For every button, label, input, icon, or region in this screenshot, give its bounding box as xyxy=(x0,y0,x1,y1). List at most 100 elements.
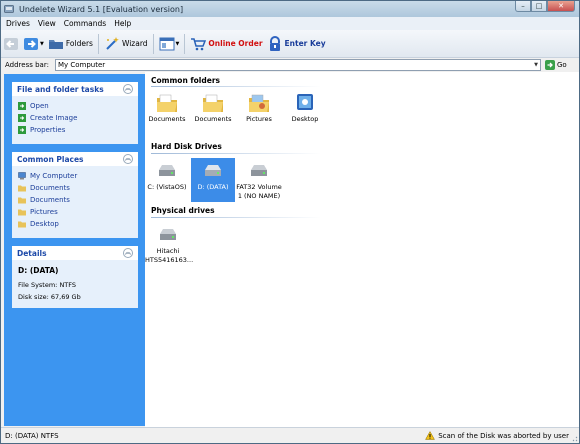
document-folder-icon xyxy=(203,94,223,112)
folder-tile-desktop[interactable]: Desktop xyxy=(283,90,327,124)
common-places-panel: Common Places ︽ My Computer Documents Do… xyxy=(12,152,138,238)
panel-header[interactable]: File and folder tasks ︽ xyxy=(12,82,138,96)
green-arrow-icon xyxy=(18,114,26,122)
place-label: My Computer xyxy=(30,172,78,180)
main-content: Common folders Documents Documents Pictu… xyxy=(145,72,579,427)
hard-drive-icon xyxy=(159,165,175,176)
pictures-folder-icon xyxy=(249,94,269,112)
tile-label: Hitachi HTS5416163... xyxy=(145,247,194,264)
hard-drive-icon xyxy=(205,165,221,176)
collapse-chevron-icon[interactable]: ︽ xyxy=(123,84,133,94)
status-message-text: Scan of the Disk was aborted by user xyxy=(438,431,569,440)
toolbar-separator xyxy=(184,33,186,54)
task-properties[interactable]: Properties xyxy=(18,124,132,136)
panel-header[interactable]: Common Places ︽ xyxy=(12,152,138,166)
folder-icon xyxy=(18,185,26,192)
folder-tile-pictures[interactable]: Pictures xyxy=(237,90,281,124)
wizard-wand-icon xyxy=(106,36,119,50)
address-bar-label: Address bar: xyxy=(5,61,49,69)
address-dropdown-icon[interactable]: ▼ xyxy=(534,60,538,70)
folders-icon xyxy=(48,39,63,49)
green-arrow-icon xyxy=(18,102,26,110)
panel-header[interactable]: Details ︽ xyxy=(12,246,138,260)
place-desktop[interactable]: Desktop xyxy=(18,218,132,230)
task-open[interactable]: Open xyxy=(18,100,132,112)
forward-button[interactable]: ▼ xyxy=(21,33,46,55)
task-pane: File and folder tasks ︽ Open Create Imag… xyxy=(4,74,145,426)
green-arrow-icon xyxy=(18,126,26,134)
tile-label: Documents xyxy=(148,115,186,123)
place-label: Pictures xyxy=(30,208,58,216)
tile-label: Desktop xyxy=(291,115,319,123)
enter-key-button[interactable]: Enter Key xyxy=(265,33,328,55)
collapse-chevron-icon[interactable]: ︽ xyxy=(123,154,133,164)
hard-drive-icon xyxy=(160,229,176,240)
place-pictures[interactable]: Pictures xyxy=(18,206,132,218)
section-hard-disk-drives-title: Hard Disk Drives xyxy=(151,142,222,151)
section-divider xyxy=(151,153,321,154)
drive-tile-c[interactable]: C: (VistaOS) xyxy=(145,158,189,192)
close-button[interactable]: ✕ xyxy=(547,1,575,12)
menu-view[interactable]: View xyxy=(35,19,59,28)
go-label: Go xyxy=(556,61,567,69)
folder-icon xyxy=(18,197,26,204)
section-physical-drives-title: Physical drives xyxy=(151,206,215,215)
tile-label: C: (VistaOS) xyxy=(147,183,187,191)
panel-title: Details xyxy=(17,248,47,258)
resize-grip-icon[interactable] xyxy=(570,434,578,442)
folders-label: Folders xyxy=(65,39,93,48)
address-input[interactable]: My Computer ▼ xyxy=(54,59,541,71)
place-my-computer[interactable]: My Computer xyxy=(18,170,132,182)
task-label: Properties xyxy=(30,126,66,134)
minimize-button[interactable]: – xyxy=(515,1,531,12)
place-label: Documents xyxy=(30,196,70,204)
task-create-image[interactable]: Create Image xyxy=(18,112,132,124)
wizard-button[interactable]: Wizard xyxy=(102,33,150,55)
details-drive-name: D: (DATA) xyxy=(18,266,59,275)
menu-drives[interactable]: Drives xyxy=(3,19,33,28)
place-documents-2[interactable]: Documents xyxy=(18,194,132,206)
view-mode-button[interactable]: ▼ xyxy=(157,33,182,55)
address-value: My Computer xyxy=(57,61,106,69)
hard-drive-icon xyxy=(251,165,267,176)
status-drive-info: D: (DATA) NTFS xyxy=(5,431,59,440)
task-label: Open xyxy=(30,102,49,110)
physical-drive-tile-hitachi[interactable]: Hitachi HTS5416163... xyxy=(145,222,194,265)
folders-button[interactable]: Folders xyxy=(46,33,95,55)
document-folder-icon xyxy=(157,94,177,112)
go-button[interactable]: Go xyxy=(544,60,567,70)
file-folder-tasks-panel: File and folder tasks ︽ Open Create Imag… xyxy=(12,82,138,144)
tile-label: Documents xyxy=(194,115,232,123)
drive-tile-fat32[interactable]: FAT32 Volume 1 (NO NAME) xyxy=(235,158,283,201)
tile-label: FAT32 Volume 1 (NO NAME) xyxy=(236,183,282,200)
folder-tile-documents[interactable]: Documents xyxy=(145,90,189,124)
warning-icon xyxy=(425,431,436,440)
go-arrow-icon xyxy=(544,60,555,70)
maximize-button[interactable]: □ xyxy=(531,1,547,12)
tile-label: D: (DATA) xyxy=(197,183,229,191)
view-mode-dropdown-icon[interactable]: ▼ xyxy=(176,41,180,47)
computer-icon xyxy=(18,172,26,180)
drive-tile-d-selected[interactable]: D: (DATA) xyxy=(191,158,235,202)
details-panel: Details ︽ D: (DATA) File System: NTFS Di… xyxy=(12,246,138,308)
toolbar-separator xyxy=(97,33,99,54)
folder-tile-documents-2[interactable]: Documents xyxy=(191,90,235,124)
online-order-button[interactable]: Online Order xyxy=(188,33,264,55)
address-bar: Address bar: My Computer ▼ Go xyxy=(1,58,579,72)
view-mode-icon xyxy=(159,37,175,50)
forward-dropdown-icon[interactable]: ▼ xyxy=(40,41,44,47)
toolbar-separator xyxy=(152,33,154,54)
back-button[interactable] xyxy=(1,33,21,55)
place-label: Desktop xyxy=(30,220,59,228)
app-icon xyxy=(4,5,14,13)
menu-commands[interactable]: Commands xyxy=(61,19,109,28)
place-documents[interactable]: Documents xyxy=(18,182,132,194)
status-bar: D: (DATA) NTFS Scan of the Disk was abor… xyxy=(1,427,579,443)
section-divider xyxy=(151,217,321,218)
collapse-chevron-icon[interactable]: ︽ xyxy=(123,248,133,258)
place-label: Documents xyxy=(30,184,70,192)
task-label: Create Image xyxy=(30,114,78,122)
menu-help[interactable]: Help xyxy=(111,19,134,28)
menu-bar: Drives View Commands Help xyxy=(1,17,579,30)
folder-icon xyxy=(18,209,26,216)
